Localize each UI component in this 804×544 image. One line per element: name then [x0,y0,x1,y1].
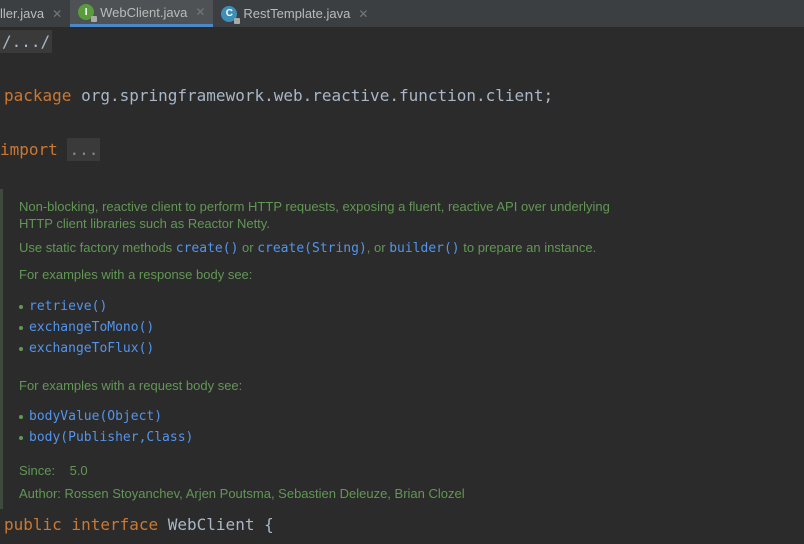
link-body-value[interactable]: bodyValue(Object) [29,409,162,424]
close-icon[interactable]: ✕ [358,7,368,21]
javadoc-render: Non-blocking, reactive client to perform… [0,189,804,509]
list-item: exchangeToFlux() [19,340,154,356]
package-line: package org.springframework.web.reactive… [4,86,554,105]
list-item: body(Publisher,Class) [19,429,193,445]
link-builder[interactable]: builder() [389,241,459,256]
close-icon[interactable]: ✕ [52,7,62,21]
interface-declaration: public interface WebClient { [4,515,274,534]
class-icon: C [221,5,241,24]
link-exchange-to-mono[interactable]: exchangeToMono() [29,320,154,335]
import-fold[interactable]: ... [67,138,101,161]
close-icon[interactable]: ✕ [195,5,205,19]
import-line: import ... [0,138,101,161]
factory-methods-line: Use static factory methods create() or c… [19,240,597,256]
link-create-string[interactable]: create(String) [257,241,367,256]
list-item: exchangeToMono() [19,319,154,335]
link-exchange-to-flux[interactable]: exchangeToFlux() [29,341,154,356]
since: Since: 5.0 [19,463,88,478]
tab-webclient[interactable]: I WebClient.java ✕ [70,0,214,27]
list-item: retrieve() [19,298,107,314]
editor-tabs: ller.java ✕ I WebClient.java ✕ C RestTemplat… [0,0,804,27]
folded-header[interactable]: /.../ [0,30,53,53]
tab-resttemplate[interactable]: C RestTemplate.java ✕ [213,0,376,27]
link-body[interactable]: body(Publisher,Class) [29,430,193,445]
list-item: bodyValue(Object) [19,408,162,424]
interface-icon: I [78,4,98,22]
link-create[interactable]: create() [176,241,239,256]
link-retrieve[interactable]: retrieve() [29,299,107,314]
tab-controller[interactable]: ller.java ✕ [0,0,70,27]
